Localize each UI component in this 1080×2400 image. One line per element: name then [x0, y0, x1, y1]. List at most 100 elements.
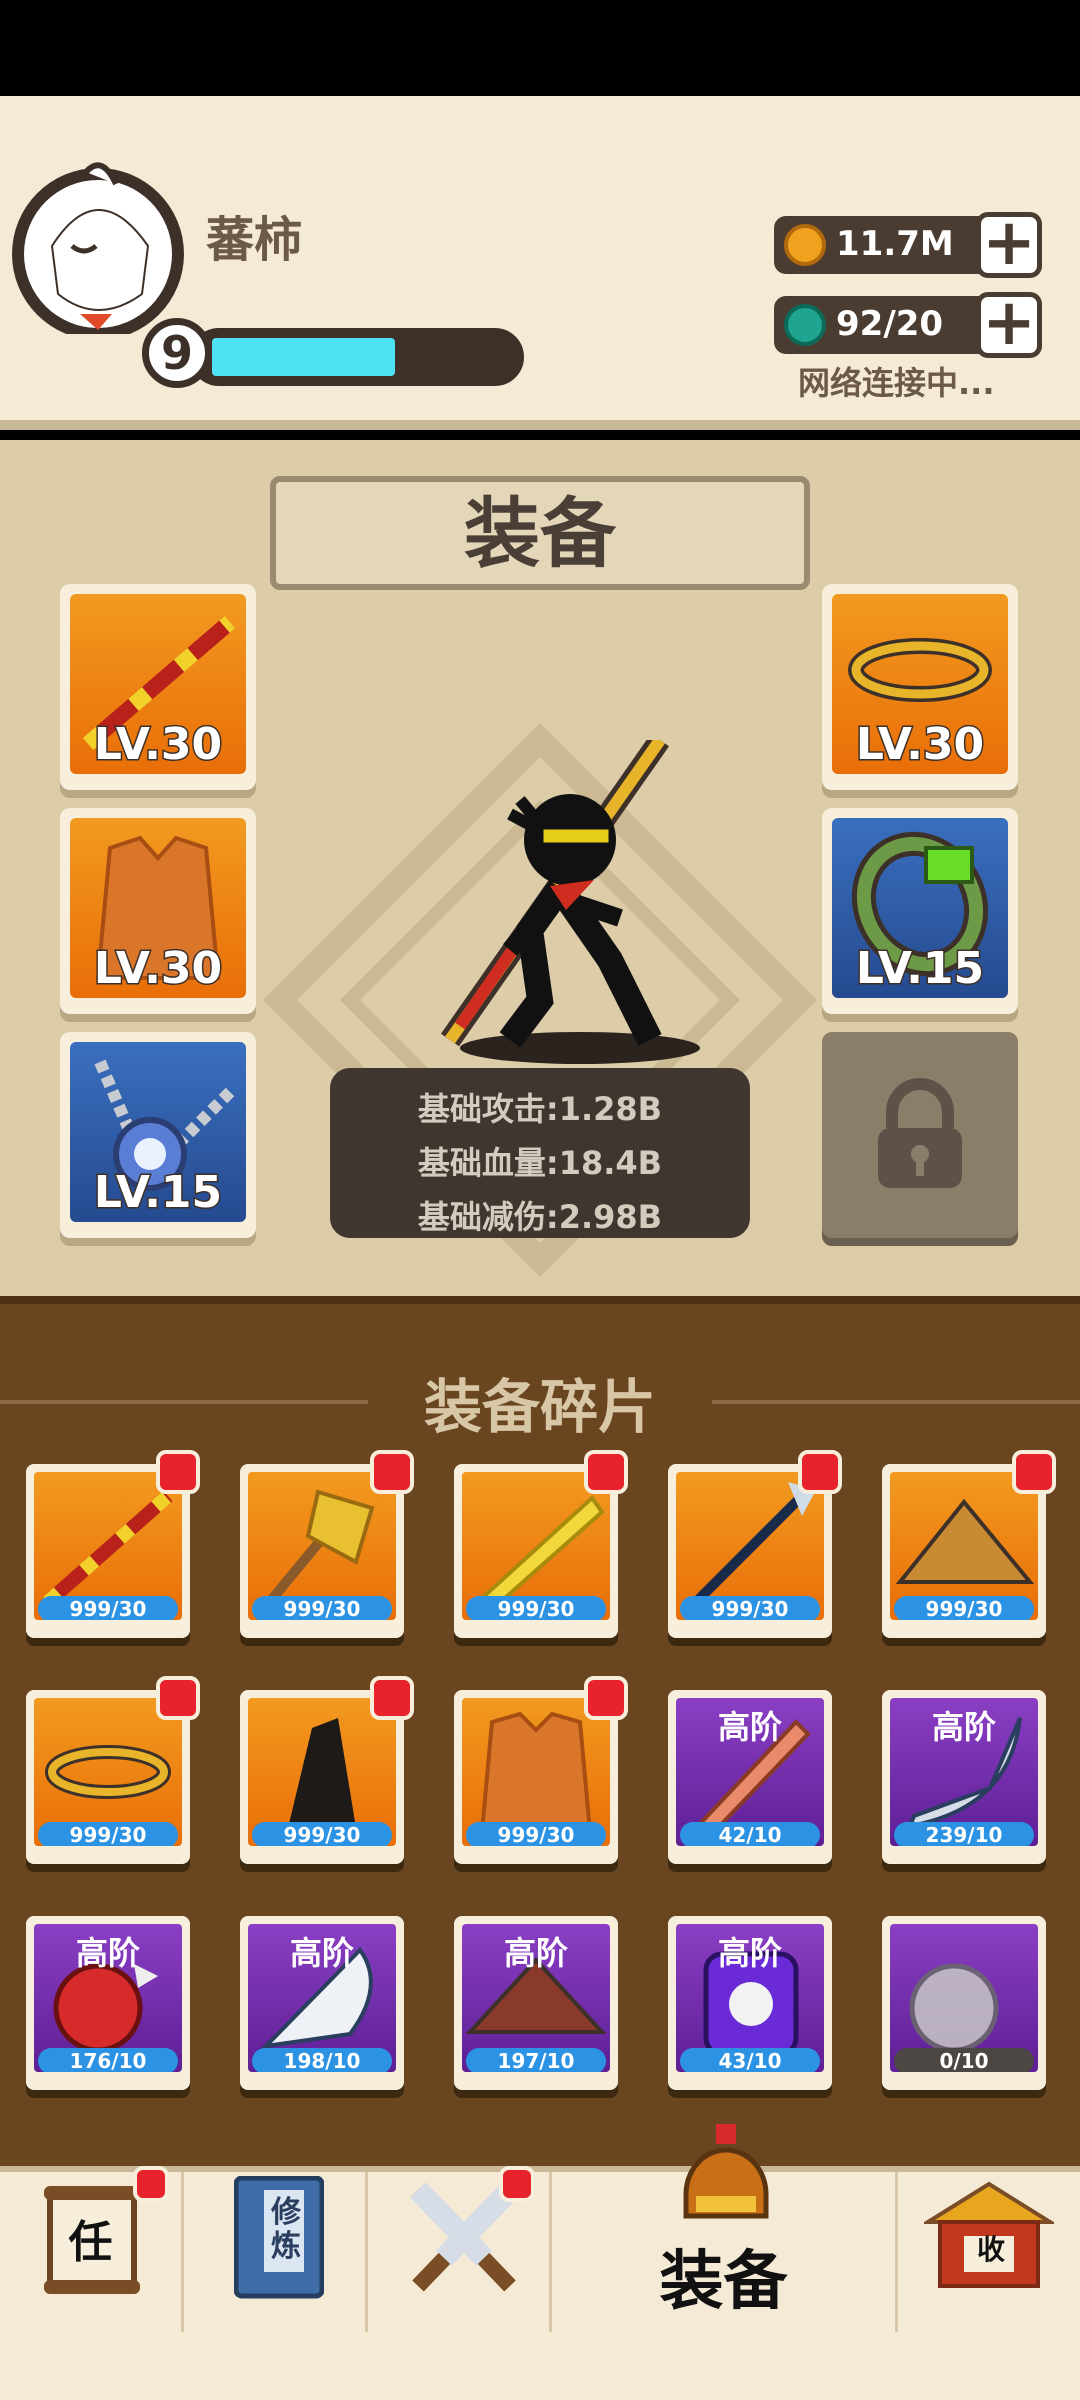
gem-counter: 92/20 + — [774, 291, 1042, 358]
gem-icon — [784, 304, 826, 346]
fragment-card[interactable]: 高阶 42/10 — [668, 1690, 832, 1864]
nav-battle[interactable] — [368, 2166, 552, 2332]
nav-cultivate-label: 修炼 — [271, 2195, 301, 2264]
slot-locked[interactable] — [822, 1032, 1018, 1238]
xp-fill — [212, 338, 395, 376]
equip-title: 装备 — [464, 489, 616, 578]
grade-label: 高阶 — [289, 1934, 354, 1972]
grade-label: 高阶 — [75, 1934, 140, 1972]
notification-dot — [584, 1450, 628, 1494]
nav-equip[interactable]: 装备 — [552, 2124, 898, 2332]
staff-icon: 999/30 — [34, 1472, 182, 1620]
profile-panel: 蕃柿 9 11.7M + 92/20 + 网络连接中... — [0, 96, 1080, 430]
fragments-panel: 装备碎片 999/30 999/30 999/30 999/30 999/30 999/3… — [0, 1296, 1080, 2166]
fragment-count: 198/10 — [252, 2048, 392, 2072]
nav-tasks-label: 任 — [68, 2217, 113, 2268]
fragment-count: 0/10 — [894, 2048, 1034, 2072]
player-level-badge: 9 — [142, 318, 212, 388]
machete-icon: 高阶 198/10 — [248, 1924, 396, 2072]
chest-armor-icon: 高阶 43/10 — [676, 1924, 824, 2072]
fragment-card[interactable]: 999/30 — [454, 1450, 628, 1638]
slot-armor[interactable]: LV.30 — [60, 808, 256, 1014]
notification-dot — [584, 1676, 628, 1720]
fragment-count: 176/10 — [38, 2048, 178, 2072]
helmet-icon — [683, 2124, 769, 2219]
fragment-count: 999/30 — [252, 1822, 392, 1846]
fragment-card[interactable]: 高阶 239/10 — [882, 1690, 1046, 1864]
spear-icon: 999/30 — [676, 1472, 824, 1620]
slot-headband[interactable]: LV.30 — [822, 584, 1018, 790]
notification-dot — [133, 2166, 169, 2202]
gem-value: 92/20 — [836, 304, 944, 344]
nav-collect-label: 收 — [976, 2233, 1005, 2266]
status-bar — [0, 0, 1080, 96]
grade-label: 高阶 — [931, 1708, 996, 1746]
fragments-title: 装备碎片 — [423, 1373, 656, 1441]
straw-hat-icon: 999/30 — [890, 1472, 1038, 1620]
axe-icon: 999/30 — [248, 1472, 396, 1620]
slot-bracelet[interactable]: LV.15 — [822, 808, 1018, 1014]
fragment-card[interactable]: 999/30 — [240, 1450, 414, 1638]
xp-bar — [190, 328, 524, 386]
slot-level: LV.15 — [92, 1166, 223, 1220]
coin-icon — [784, 224, 826, 266]
nav-tasks[interactable]: 任 — [0, 2166, 184, 2332]
fragment-card[interactable]: 999/30 — [26, 1676, 200, 1864]
fragment-count: 999/30 — [38, 1822, 178, 1846]
fragment-card[interactable]: 高阶 198/10 — [240, 1916, 404, 2090]
slot-level: LV.30 — [92, 718, 223, 772]
slot-level: LV.15 — [854, 942, 985, 996]
coin-counter: 11.7M + — [774, 211, 1042, 278]
fragment-count: 999/30 — [466, 1822, 606, 1846]
stats-panel: 基础攻击:1.28B 基础血量:18.4B 基础减伤:2.98B — [330, 1068, 750, 1238]
lock-icon — [878, 1078, 962, 1188]
fragment-card[interactable]: 999/30 — [668, 1450, 842, 1638]
fragment-card[interactable]: 999/30 — [240, 1676, 414, 1864]
fragment-card[interactable]: 高阶 197/10 — [454, 1916, 618, 2090]
fragment-card[interactable]: 高阶 176/10 — [26, 1916, 190, 2090]
bottom-nav: 任 修炼 装备 收 — [0, 2124, 1080, 2400]
character-figure — [440, 740, 700, 1064]
fragment-card[interactable]: 999/30 — [882, 1450, 1056, 1638]
notification-dot — [370, 1450, 414, 1494]
fragment-card[interactable]: 高阶 43/10 — [668, 1916, 832, 2090]
blade-icon: 999/30 — [462, 1472, 610, 1620]
fragment-count: 999/30 — [252, 1596, 392, 1620]
grade-label: 高阶 — [717, 1708, 782, 1746]
nav-collect[interactable]: 收 — [898, 2172, 1080, 2332]
grade-label: 高阶 — [717, 1934, 782, 1972]
slot-weapon[interactable]: LV.30 — [60, 584, 256, 790]
stat-defense: 基础减伤:2.98B — [417, 1198, 663, 1236]
grade-label: 高阶 — [503, 1934, 568, 1972]
fragment-card[interactable]: 999/30 — [454, 1676, 628, 1864]
sabre-icon: 高阶 239/10 — [890, 1698, 1038, 1846]
nav-cultivate[interactable]: 修炼 — [184, 2172, 368, 2332]
notification-dot — [156, 1676, 200, 1720]
avatar[interactable] — [2, 154, 192, 340]
fragment-count: 999/30 — [38, 1596, 178, 1620]
fragment-count: 999/30 — [466, 1596, 606, 1620]
player-name: 蕃柿 — [206, 212, 303, 268]
coin-value: 11.7M — [836, 224, 954, 264]
gauntlet-gray-icon: 0/10 — [890, 1924, 1038, 2072]
bracelet-icon: LV.15 — [832, 818, 1008, 998]
armor-vest-icon: 999/30 — [462, 1698, 610, 1846]
add-coins-button[interactable]: + — [976, 211, 1042, 278]
fragment-card[interactable]: 0/10 — [882, 1916, 1046, 2090]
notification-dot — [1012, 1450, 1056, 1494]
slot-level: LV.30 — [92, 942, 223, 996]
fragment-card[interactable]: 999/30 — [26, 1450, 200, 1638]
equip-title-frame: 装备 — [270, 476, 810, 590]
stat-hp: 基础血量:18.4B — [417, 1144, 663, 1182]
cape-icon: 999/30 — [248, 1698, 396, 1846]
equipment-panel: 装备 LV.30 LV.30 LV.15 LV.30 LV.15 基础攻击:1.… — [0, 440, 1080, 1296]
nav-equip-label: 装备 — [659, 2245, 788, 2319]
notification-dot — [798, 1450, 842, 1494]
hat-icon: 高阶 197/10 — [462, 1924, 610, 2072]
add-gems-button[interactable]: + — [976, 291, 1042, 358]
headband-icon: LV.30 — [832, 594, 1008, 774]
notification-dot — [499, 2166, 535, 2202]
stat-attack: 基础攻击:1.28B — [417, 1090, 663, 1128]
headband-icon: 999/30 — [34, 1698, 182, 1846]
slot-necklace[interactable]: LV.15 — [60, 1032, 256, 1238]
